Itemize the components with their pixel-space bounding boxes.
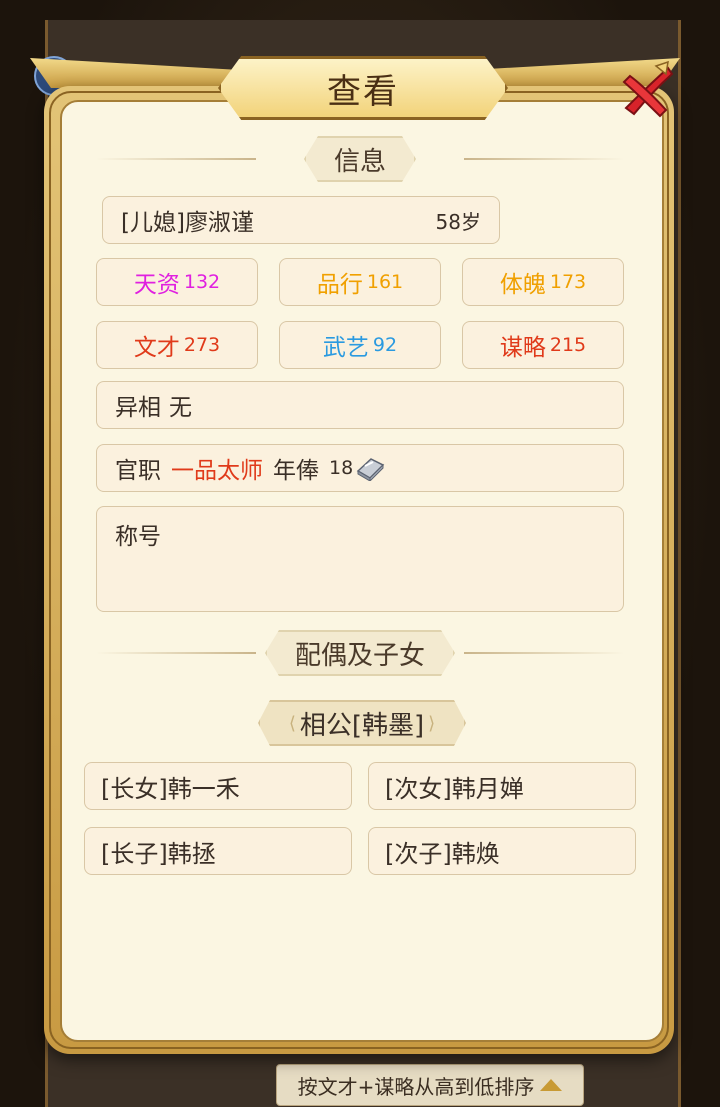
stat-value: 161 <box>366 271 404 293</box>
family-section-title: 配偶及子女 <box>265 630 455 676</box>
stat-label: 文才 <box>133 335 180 361</box>
official-row: 官职 一品太师 年俸 18 <box>96 444 624 492</box>
divider-line <box>464 158 624 160</box>
stat-label: 谋略 <box>499 335 546 361</box>
stat-value: 92 <box>372 334 398 356</box>
stat-value: 132 <box>183 271 221 293</box>
chevron-left-icon: ⟨ <box>288 712 296 734</box>
child-name: [次女]韩月婵 <box>385 774 524 803</box>
title-box: 称号 <box>96 506 624 612</box>
child-name: [长女]韩一禾 <box>101 774 240 803</box>
family-section-header: 配偶及子女 <box>96 630 624 676</box>
yixiang-label: 异相 <box>115 395 161 421</box>
name-age-box: [儿媳]廖淑谨 58岁 <box>102 196 500 244</box>
stat-label: 武艺 <box>322 335 369 361</box>
stat-box: 文才 273 <box>96 321 258 369</box>
stat-box: 武艺 92 <box>279 321 441 369</box>
modal-title: 查看 <box>327 71 399 112</box>
sort-label: 按文才+谋略从高到低排序 <box>297 1074 535 1099</box>
salary-label: 年俸 <box>273 458 319 484</box>
stat-label: 品行 <box>316 272 363 298</box>
close-button[interactable] <box>612 56 682 126</box>
close-icon <box>622 60 674 118</box>
spouse-plate[interactable]: ⟨ 相公[韩墨] ⟩ <box>258 700 466 746</box>
stat-value: 173 <box>549 271 587 293</box>
child-item[interactable]: [长子]韩拯 <box>84 827 352 875</box>
character-name: [儿媳]廖淑谨 <box>121 210 254 236</box>
spouse-name: 相公[韩墨] <box>299 710 425 741</box>
child-name: [次子]韩焕 <box>385 839 500 868</box>
child-item[interactable]: [次子]韩焕 <box>368 827 636 875</box>
chevron-right-icon: ⟩ <box>428 712 436 734</box>
stat-label: 体魄 <box>499 272 546 298</box>
stat-box: 天资 132 <box>96 258 258 306</box>
title-label: 称号 <box>115 524 161 550</box>
child-item[interactable]: [次女]韩月婵 <box>368 762 636 810</box>
divider-line <box>464 652 624 654</box>
stat-box: 品行 161 <box>279 258 441 306</box>
stat-box: 谋略 215 <box>462 321 624 369</box>
stat-value: 215 <box>549 334 587 356</box>
stat-value: 273 <box>183 334 221 356</box>
sort-button[interactable]: 按文才+谋略从高到低排序 <box>276 1064 584 1106</box>
child-name: [长子]韩拯 <box>101 839 216 868</box>
info-section-title: 信息 <box>304 136 416 182</box>
child-item[interactable]: [长女]韩一禾 <box>84 762 352 810</box>
salary-value: 18 <box>329 457 354 479</box>
silver-ingot-icon <box>356 458 385 481</box>
yixiang-value: 无 <box>169 395 192 421</box>
divider-line <box>96 158 256 160</box>
official-label: 官职 <box>115 458 161 484</box>
divider-line <box>96 652 256 654</box>
stat-label: 天资 <box>133 272 180 298</box>
official-value: 一品太师 <box>171 458 263 484</box>
character-age: 58岁 <box>435 209 481 234</box>
info-section-header: 信息 <box>96 136 624 182</box>
modal-title-plate: 查看 <box>218 56 508 120</box>
triangle-up-icon <box>540 1079 563 1091</box>
yixiang-row: 异相 无 <box>96 381 624 429</box>
stat-box: 体魄 173 <box>462 258 624 306</box>
